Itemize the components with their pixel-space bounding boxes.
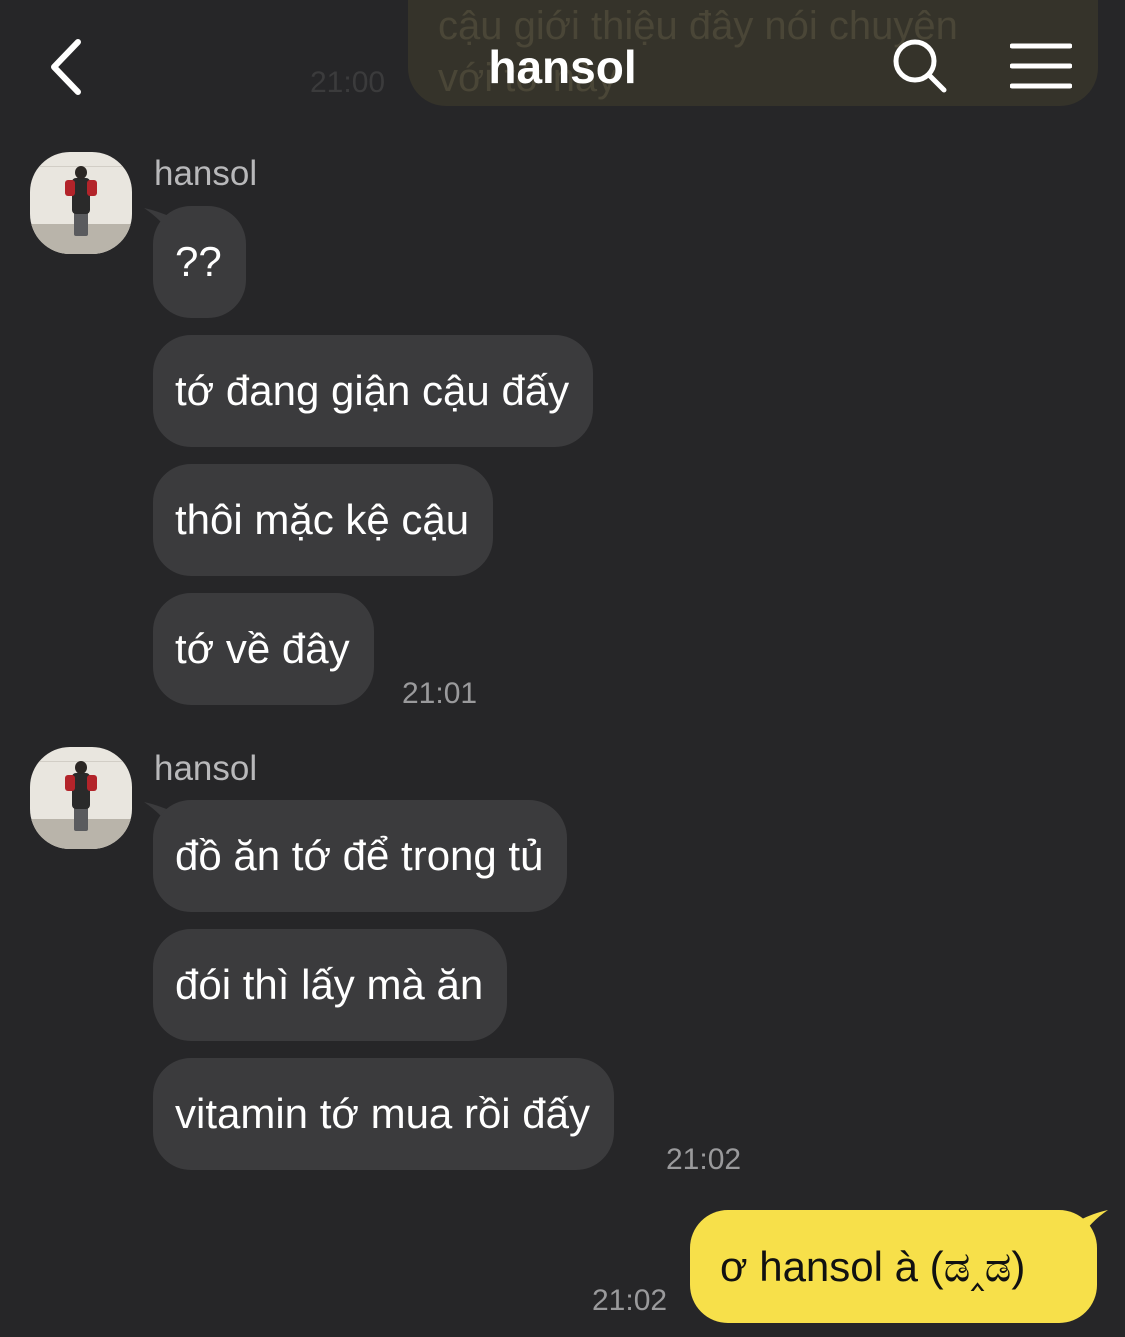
incoming-message[interactable]: đồ ăn tớ để trong tủ bbox=[153, 800, 568, 912]
avatar-photo-head bbox=[75, 761, 87, 774]
hamburger-menu-icon[interactable] bbox=[1010, 42, 1072, 90]
sender-name: hansol bbox=[154, 154, 258, 193]
chat-header: hansol bbox=[0, 0, 1125, 130]
message-time: 21:02 bbox=[592, 1284, 668, 1317]
incoming-message[interactable]: tớ về đây bbox=[153, 593, 374, 705]
incoming-message[interactable]: vitamin tớ mua rồi đấy bbox=[153, 1058, 615, 1170]
avatar[interactable] bbox=[30, 152, 132, 254]
incoming-message[interactable]: đói thì lấy mà ăn bbox=[153, 929, 508, 1041]
message-time: 21:01 bbox=[402, 677, 478, 710]
avatar-photo-legs bbox=[74, 212, 88, 236]
avatar-photo-arm bbox=[65, 180, 75, 196]
outgoing-message[interactable]: ơ hansol à (ಡ‸ಡ) bbox=[690, 1210, 1097, 1323]
avatar-photo-arm bbox=[87, 180, 97, 196]
incoming-message[interactable]: ?? bbox=[153, 206, 246, 318]
avatar-photo-arm bbox=[87, 775, 97, 791]
incoming-message[interactable]: thôi mặc kệ cậu bbox=[153, 464, 494, 576]
chat-title: hansol bbox=[488, 41, 637, 93]
message-time: 21:02 bbox=[666, 1143, 742, 1176]
search-icon[interactable] bbox=[892, 38, 948, 94]
avatar-photo-legs bbox=[74, 807, 88, 831]
incoming-message[interactable]: tớ đang giận cậu đấy bbox=[153, 335, 594, 447]
avatar-photo-head bbox=[75, 166, 87, 179]
sender-name: hansol bbox=[154, 749, 258, 788]
avatar[interactable] bbox=[30, 747, 132, 849]
avatar-photo-arm bbox=[65, 775, 75, 791]
